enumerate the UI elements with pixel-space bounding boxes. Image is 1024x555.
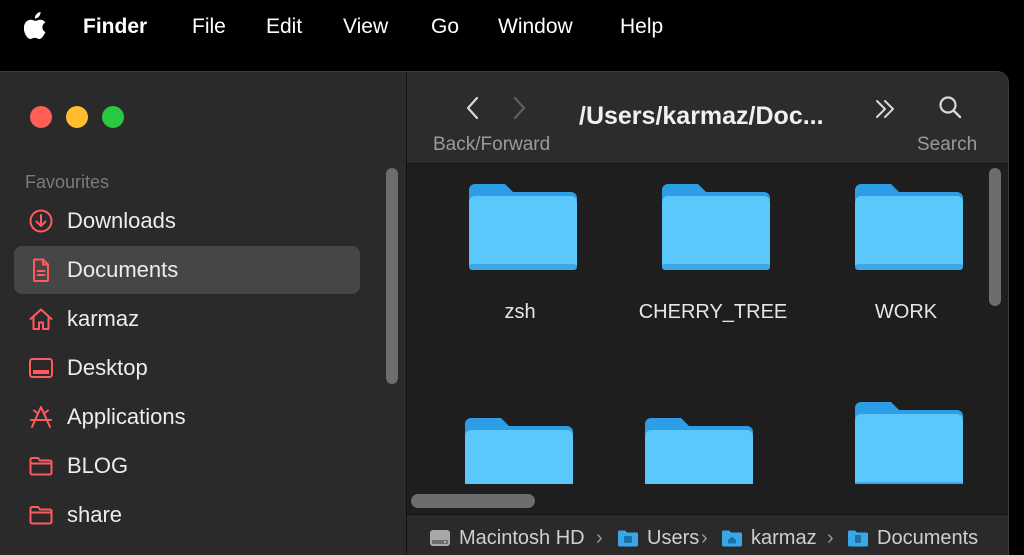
path-item-users[interactable]: Users [647, 527, 699, 550]
folder-name: zsh [504, 301, 536, 323]
home-folder-icon [722, 530, 742, 547]
zoom-window-button[interactable] [102, 106, 124, 128]
path-item-documents[interactable]: Documents [877, 527, 978, 550]
sidebar-item-label: Documents [67, 257, 179, 282]
menu-view[interactable]: View [343, 13, 388, 41]
documents-folder-icon [848, 530, 868, 547]
menu-help[interactable]: Help [620, 13, 663, 41]
home-icon [29, 308, 53, 330]
folder-icon [465, 418, 573, 484]
search-label: Search [917, 134, 978, 155]
minimize-window-button[interactable] [66, 106, 88, 128]
folder-name: CHERRY_TREE [638, 301, 788, 323]
path-separator-chevron-icon: › [596, 527, 603, 549]
applications-icon [30, 406, 52, 428]
sidebar-item-desktop[interactable]: Desktop [14, 344, 360, 392]
sidebar-item-label: Desktop [67, 355, 148, 380]
folder-icon [469, 184, 577, 270]
sidebar-item-label: karmaz [67, 306, 140, 331]
menu-edit[interactable]: Edit [266, 13, 302, 41]
path-item-macintosh-hd[interactable]: Macintosh HD [459, 527, 585, 550]
close-window-button[interactable] [30, 106, 52, 128]
finder-window: Favourites Downloads Documents karmaz De… [0, 71, 1009, 555]
folder-grid: zsh CHERRY_TREE WORK [407, 164, 987, 484]
sidebar-item-downloads[interactable]: Downloads [14, 197, 360, 245]
folder-item[interactable] [601, 414, 791, 484]
download-icon [29, 209, 53, 233]
sidebar-item-blog[interactable]: BLOG [14, 442, 360, 490]
horizontal-scrollbar[interactable] [411, 494, 535, 508]
folder-item[interactable]: WORK [811, 180, 987, 340]
folder-name: WORK [874, 301, 938, 323]
folder-icon [662, 184, 770, 270]
apple-logo-icon[interactable] [24, 12, 48, 40]
menu-bar: Finder File Edit View Go Window Help [0, 0, 1024, 54]
menu-finder[interactable]: Finder [83, 13, 147, 41]
favourites-section-label: Favourites [25, 172, 110, 192]
path-separator-chevron-icon: › [701, 527, 708, 549]
sidebar-item-label: Downloads [67, 208, 176, 233]
path-bar: Macintosh HD › Users › karmaz › Document… [407, 514, 1008, 555]
back-chevron-icon[interactable] [463, 94, 483, 122]
folder-icon [29, 506, 53, 525]
forward-chevron-icon[interactable] [509, 94, 529, 122]
desktop-icon [29, 358, 53, 378]
menu-file[interactable]: File [192, 13, 226, 41]
sidebar-item-documents[interactable]: Documents [14, 246, 360, 294]
menu-window[interactable]: Window [498, 13, 573, 41]
search-icon[interactable] [937, 94, 963, 120]
folder-icon [618, 530, 638, 547]
sidebar-item-label: share [67, 502, 123, 527]
sidebar-scrollbar[interactable] [386, 168, 398, 384]
folder-item[interactable]: zsh [425, 180, 615, 340]
toolbar: Back/Forward /Users/karmaz/Doc... Search [407, 72, 1008, 164]
toolbar-overflow-icon[interactable] [872, 96, 898, 122]
path-separator-chevron-icon: › [827, 527, 834, 549]
folder-icon [29, 457, 53, 476]
folder-item[interactable] [811, 398, 987, 484]
sidebar-item-karmaz[interactable]: karmaz [14, 295, 360, 343]
folder-item[interactable]: CHERRY_TREE [618, 180, 808, 340]
sidebar-item-applications[interactable]: Applications [14, 393, 360, 441]
vertical-scrollbar[interactable] [989, 168, 1001, 306]
sidebar: Favourites Downloads Documents karmaz De… [0, 72, 407, 555]
back-forward-label: Back/Forward [433, 134, 551, 155]
hard-drive-icon [430, 530, 450, 546]
sidebar-item-label: Applications [67, 404, 186, 429]
folder-item[interactable] [421, 414, 611, 484]
folder-icon [855, 402, 963, 484]
document-icon [33, 258, 49, 282]
folder-icon [645, 418, 753, 484]
window-title: /Users/karmaz/Doc... [579, 102, 824, 130]
sidebar-item-share[interactable]: share [14, 491, 360, 539]
content-pane: Back/Forward /Users/karmaz/Doc... Search… [407, 72, 1008, 555]
folder-icon [855, 184, 963, 270]
menu-go[interactable]: Go [431, 13, 459, 41]
sidebar-item-label: BLOG [67, 453, 129, 478]
path-item-karmaz[interactable]: karmaz [751, 527, 817, 550]
